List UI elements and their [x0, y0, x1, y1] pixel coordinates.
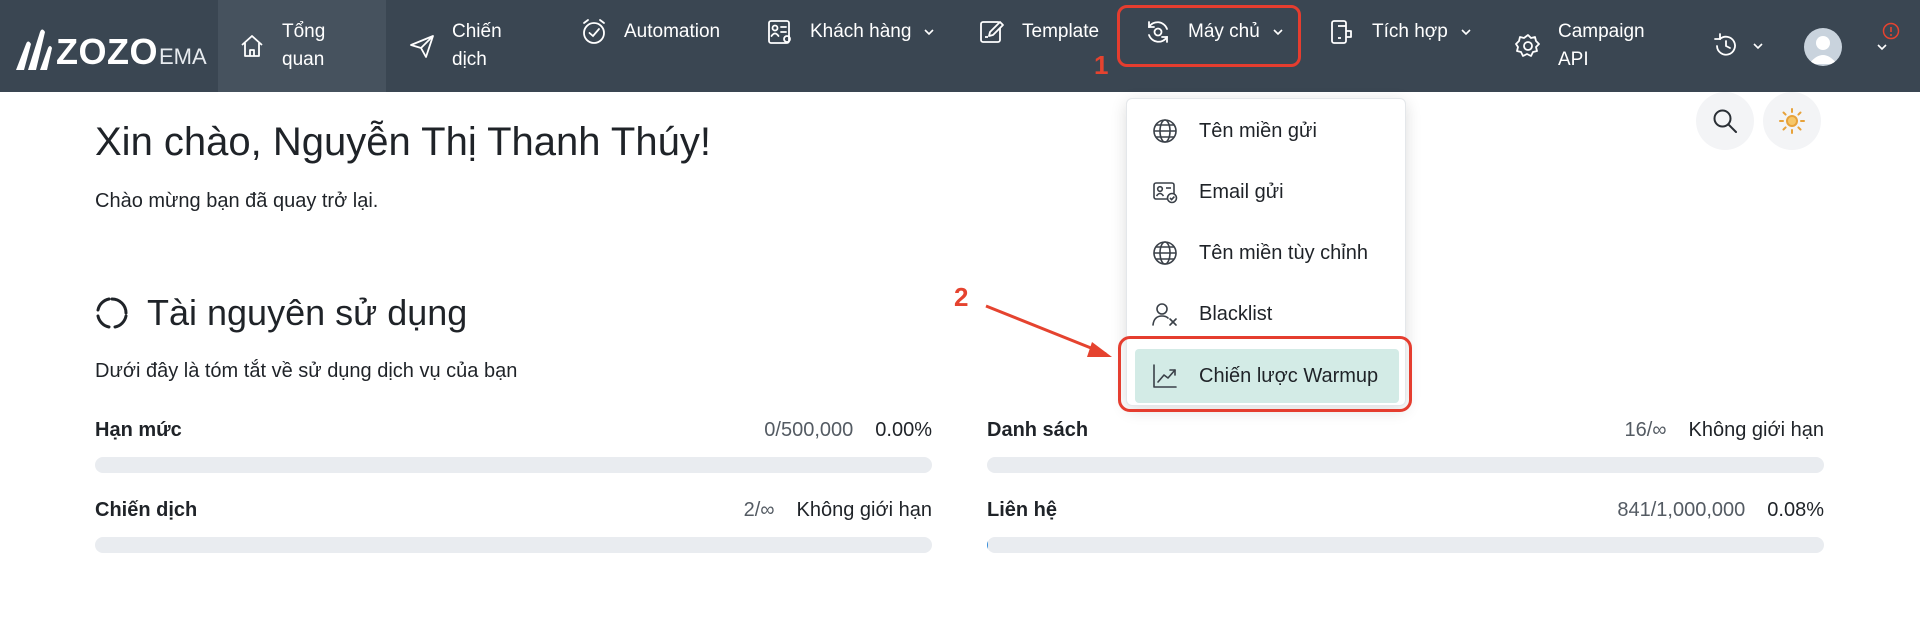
step-number-1: 1: [1094, 50, 1109, 80]
nav-integration[interactable]: Tích hợp: [1328, 0, 1472, 64]
nav-campaign[interactable]: Chiến dịch: [408, 0, 522, 92]
metric-percent: Không giới hạn: [1688, 419, 1824, 441]
progress-bar: [95, 537, 932, 553]
nav-automation-label: Automation: [624, 21, 721, 42]
plug-integration-icon: [1328, 18, 1356, 46]
top-navigation-bar: ZOZO EMA Tổng quan Chiến dịch Automation…: [0, 0, 1920, 92]
chevron-down-icon: [923, 26, 935, 38]
logo-suffix: EMA: [158, 44, 207, 69]
nav-automation[interactable]: Automation: [580, 0, 720, 64]
dropdown-item-label: Tên miền gửi: [1199, 119, 1317, 142]
dropdown-item-blacklist[interactable]: Blacklist: [1127, 287, 1407, 341]
progress-bar: [987, 457, 1824, 473]
globe-icon: [1153, 241, 1177, 265]
nav-campaign-api[interactable]: Campaign API: [1514, 0, 1653, 92]
dropdown-item-warmup-strategy[interactable]: Chiến lược Warmup: [1135, 349, 1399, 403]
zozo-ema-logo[interactable]: ZOZO EMA: [12, 22, 207, 72]
metric-contacts: Liên hệ 841/1,000,000 0.08%: [987, 499, 1824, 555]
resources-section-title: Tài nguyên sử dụng: [95, 292, 467, 334]
dropdown-item-label: Tên miền tùy chỉnh: [1199, 241, 1368, 264]
nav-customers[interactable]: Khách hàng: [766, 0, 935, 64]
logo-text: ZOZO: [56, 31, 158, 72]
send-icon: [408, 32, 436, 60]
nav-campaign-api-label: Campaign API: [1558, 21, 1645, 70]
step-number-2: 2: [954, 282, 969, 312]
nav-overview[interactable]: Tổng quan: [218, 0, 386, 92]
user-avatar[interactable]: [1804, 28, 1842, 66]
server-dropdown-menu: Tên miền gửi Email gửi Tên miền tùy chỉn…: [1126, 98, 1406, 406]
nav-integration-label: Tích hợp: [1372, 21, 1448, 42]
metric-label: Liên hệ: [987, 499, 1058, 521]
history-clock-icon: [1712, 32, 1740, 60]
sun-icon: [1779, 108, 1805, 134]
dropdown-item-custom-domain[interactable]: Tên miền tùy chỉnh: [1127, 226, 1407, 280]
progress-fill: [987, 537, 989, 553]
globe-icon: [1153, 119, 1177, 143]
welcome-text: Chào mừng bạn đã quay trở lại.: [95, 190, 379, 212]
metric-quota: Hạn mức 0/500,000 0.00%: [95, 419, 932, 475]
metric-percent: 0.08%: [1767, 499, 1824, 521]
alert-info-icon[interactable]: [1882, 22, 1900, 40]
search-button[interactable]: [1696, 92, 1754, 150]
progress-bar: [987, 537, 1824, 553]
greeting-heading: Xin chào, Nguyễn Thị Thanh Thúy!: [95, 120, 711, 164]
dropdown-item-label: Email gửi: [1199, 180, 1284, 203]
contacts-list-icon: [766, 18, 794, 46]
annotation-arrow-icon: [985, 304, 1112, 357]
progress-bar: [95, 457, 932, 473]
nav-server-label: Máy chủ: [1188, 21, 1260, 42]
metric-usage: 841/1,000,000: [1617, 499, 1746, 521]
user-avatar-icon: [1809, 36, 1837, 64]
nav-server[interactable]: Máy chủ: [1144, 0, 1284, 64]
search-icon: [1713, 109, 1737, 133]
email-verified-icon: [1153, 182, 1178, 204]
nav-customers-label: Khách hàng: [810, 21, 912, 42]
dropdown-item-sending-domain[interactable]: Tên miền gửi: [1127, 104, 1407, 158]
metric-lists: Danh sách 16/∞ Không giới hạn: [987, 419, 1824, 475]
metric-usage: 16/∞: [1624, 419, 1667, 441]
chevron-down-icon: [1272, 26, 1284, 38]
metric-percent: 0.00%: [875, 419, 932, 441]
chevron-down-icon[interactable]: [1876, 41, 1888, 53]
api-gear-icon: [1514, 32, 1542, 60]
dropdown-item-sending-email[interactable]: Email gửi: [1127, 165, 1407, 219]
alarm-clock-icon: [580, 18, 608, 46]
user-x-icon: [1152, 303, 1177, 326]
chevron-down-icon: [1752, 40, 1764, 52]
metric-label: Danh sách: [987, 419, 1089, 441]
nav-overview-label: Tổng quan: [282, 21, 326, 70]
dropdown-item-label: Blacklist: [1199, 302, 1273, 325]
zozo-logo-icon: [16, 29, 52, 70]
loading-spinner-icon: [96, 297, 128, 329]
nav-template[interactable]: Template: [978, 0, 1099, 64]
resources-title-text: Tài nguyên sử dụng: [147, 292, 468, 333]
server-sync-icon: [1144, 18, 1172, 46]
dropdown-item-label: Chiến lược Warmup: [1199, 364, 1379, 387]
nav-campaign-label: Chiến dịch: [452, 21, 502, 70]
metric-usage: 0/500,000: [764, 419, 854, 441]
edit-note-icon: [978, 18, 1006, 46]
chevron-down-icon: [1460, 26, 1472, 38]
metric-label: Hạn mức: [95, 419, 182, 441]
metric-usage: 2/∞: [743, 499, 775, 521]
theme-toggle-button[interactable]: [1763, 92, 1821, 150]
chart-up-icon: [1153, 364, 1177, 388]
resources-description: Dưới đây là tóm tắt về sử dụng dịch vụ c…: [95, 360, 518, 382]
history-menu-button[interactable]: [1712, 0, 1764, 92]
nav-template-label: Template: [1022, 21, 1100, 42]
home-icon: [238, 32, 266, 60]
metric-label: Chiến dịch: [95, 499, 198, 521]
metric-campaigns: Chiến dịch 2/∞ Không giới hạn: [95, 499, 932, 555]
metric-percent: Không giới hạn: [796, 499, 932, 521]
